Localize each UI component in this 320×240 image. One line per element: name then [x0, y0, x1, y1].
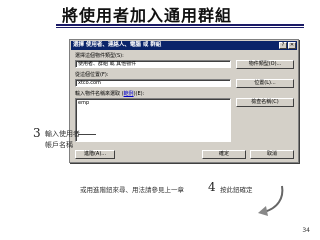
step3-text-line2: 帳戶名稱	[45, 141, 73, 149]
curved-arrow-icon	[258, 185, 284, 216]
select-users-dialog: 選擇 使用者、連絡人、電腦 或 群組 ? ✕ 選擇這個物件類型(S): 使用者、…	[69, 39, 299, 163]
ok-button[interactable]: 確定	[202, 150, 246, 159]
location-field: xtco.com	[75, 79, 231, 87]
object-type-label: 選擇這個物件類型(S):	[75, 53, 124, 59]
object-names-label: 輸入物件名稱來選取 (範例)(E):	[75, 91, 144, 97]
title-divider	[56, 24, 304, 26]
step3-text-line1: 輸入使用者	[45, 130, 80, 138]
object-types-button[interactable]: 物件類型(O)...	[236, 60, 294, 69]
step4-number: 4	[208, 180, 216, 194]
advanced-footnote: 或用進階鈕來尋、用法請參見上一章	[80, 186, 184, 194]
check-names-button[interactable]: 檢查名稱(C)	[236, 98, 294, 107]
object-names-input[interactable]: emp	[75, 98, 231, 142]
object-type-field: 使用者、群組 或 其他物件	[75, 60, 231, 68]
step3-number: 3	[33, 126, 41, 140]
slide-title: 將使用者加入通用群組	[62, 6, 233, 25]
close-button[interactable]: ✕	[288, 42, 296, 49]
help-button[interactable]: ?	[279, 42, 287, 49]
object-names-label-prefix: 輸入物件名稱來選取 (	[75, 91, 124, 97]
dialog-titlebar: 選擇 使用者、連絡人、電腦 或 群組 ? ✕	[71, 41, 297, 50]
title-divider-thin	[56, 27, 304, 28]
step3-callout-line	[78, 134, 96, 135]
step4-text: 按此鈕確定	[220, 186, 253, 194]
examples-link[interactable]: 範例	[124, 91, 134, 97]
page-number: 34	[302, 227, 310, 234]
object-names-label-suffix: )(E):	[133, 91, 145, 97]
dialog-title: 選擇 使用者、連絡人、電腦 或 群組	[73, 42, 162, 48]
location-label: 從這個位置(F):	[75, 72, 109, 78]
advanced-button[interactable]: 進階(A)...	[75, 150, 115, 159]
locations-button[interactable]: 位置(L)...	[236, 79, 294, 88]
cancel-button[interactable]: 取消	[250, 150, 294, 159]
